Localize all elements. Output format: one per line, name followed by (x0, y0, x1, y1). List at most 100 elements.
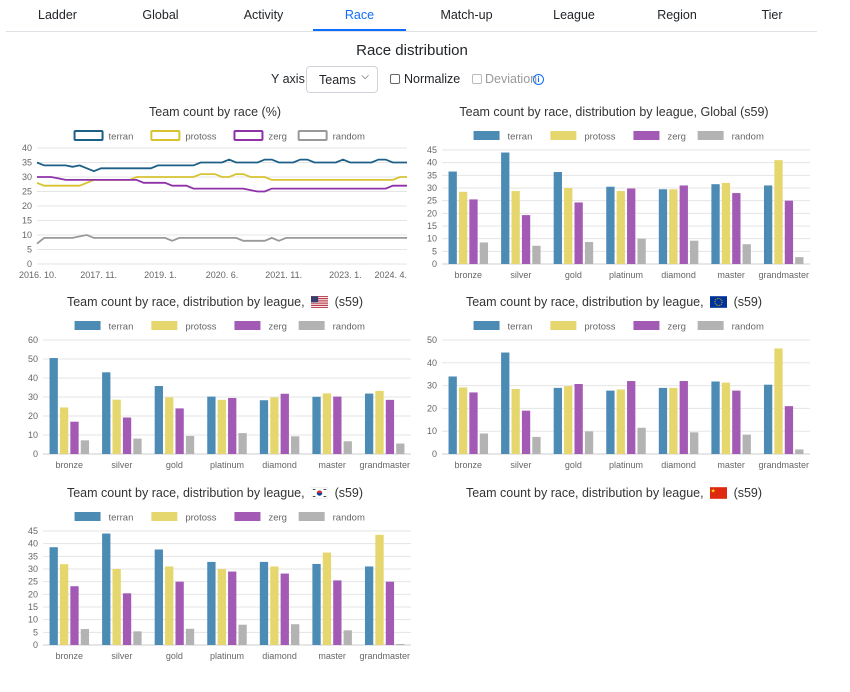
series-line-terran (36, 158, 407, 173)
legend-swatch (74, 321, 101, 330)
bar-terran-diamond (658, 189, 668, 264)
bar-protoss-gold (564, 386, 573, 454)
bar-zerg-platinum (228, 571, 237, 645)
tab-ladder[interactable]: Ladder (6, 0, 109, 31)
y-tick-label: 35 (22, 158, 32, 168)
bar-protoss-diamond (669, 189, 678, 264)
legend-swatch (234, 512, 261, 521)
deviation-checkbox[interactable] (472, 74, 482, 84)
legend-swatch (550, 321, 577, 330)
x-tick-label: platinum (609, 460, 643, 470)
bar-random-grandmaster (795, 449, 804, 454)
legend-label: random (333, 513, 365, 524)
y-tick-label: 0 (33, 449, 38, 459)
bar-terran-grandmaster (763, 185, 773, 264)
chart-timeline: Team count by race (%) terran protoss zerg… (15, 105, 415, 285)
x-tick-label: silver (510, 460, 531, 470)
bar-random-gold (185, 628, 195, 645)
deviation-label: Deviation (485, 72, 538, 86)
y-tick-label: 0 (33, 640, 38, 650)
page-title: Race distribution (356, 42, 468, 59)
x-tick-label: bronze (56, 651, 84, 661)
bar-protoss-diamond (270, 397, 279, 454)
x-tick-label: 2023. 1. (329, 270, 362, 280)
y-tick-label: 25 (427, 196, 437, 206)
legend-item-terran: terran (73, 130, 133, 143)
legend-item-protoss: protoss (151, 512, 217, 524)
bar-protoss-silver (511, 389, 520, 454)
bar-protoss-platinum (217, 569, 226, 645)
y-tick-label: 35 (427, 170, 437, 180)
bar-zerg-master (333, 396, 342, 454)
legend-item-terran: terran (473, 131, 533, 143)
legend-item-zerg: zerg (633, 131, 686, 143)
nav-tabs: Ladder Global Activity Race Match-up Lea… (6, 0, 817, 32)
legend-item-random: random (298, 321, 365, 333)
legend-item-random: random (697, 321, 764, 333)
x-tick-label: master (717, 460, 745, 470)
y-tick-label: 10 (427, 426, 437, 436)
y-tick-label: 30 (22, 172, 32, 182)
bar-protoss-silver (112, 399, 121, 454)
legend-label: zerg (667, 322, 685, 333)
bar-random-silver (133, 631, 142, 645)
bar-terran-platinum (207, 396, 216, 454)
legend-label: random (333, 322, 365, 333)
x-tick-label: grandmaster (758, 460, 809, 470)
y-tick-label: 40 (28, 539, 38, 549)
tab-race[interactable]: Race (313, 0, 406, 31)
legend-swatch (697, 131, 724, 140)
y-tick-label: 15 (427, 221, 437, 231)
y-tick-label: 30 (427, 381, 437, 391)
bar-protoss-bronze (458, 191, 468, 264)
series-line-random (36, 234, 407, 245)
bar-random-grandmaster (396, 443, 405, 454)
chart-eu: Team count by race, distribution by leag… (414, 295, 814, 475)
y-axis-select[interactable]: Teams ⌵ (306, 66, 378, 93)
bar-random-platinum (637, 427, 646, 454)
y-tick-label: 60 (28, 335, 38, 345)
legend-item-protoss: protoss (151, 321, 217, 333)
info-icon[interactable]: i (533, 74, 544, 85)
bar-zerg-platinum (228, 397, 237, 454)
bar-protoss-silver (511, 191, 520, 264)
legend-label: terran (508, 132, 533, 143)
kr-plot: terran protoss zerg random 0 5 10 15 20 25 30 35 40 4… (28, 512, 411, 661)
bar-terran-grandmaster (763, 384, 773, 454)
tab-global[interactable]: Global (109, 0, 212, 31)
bar-protoss-bronze (59, 564, 69, 645)
bar-terran-bronze (448, 376, 457, 454)
y-tick-label: 0 (432, 449, 437, 459)
x-tick-label: platinum (609, 270, 643, 280)
bar-random-bronze (80, 629, 90, 645)
tab-tier[interactable]: Tier (727, 0, 817, 31)
legend-item-terran: terran (473, 321, 532, 333)
tab-region[interactable]: Region (627, 0, 727, 31)
bar-terran-master (312, 396, 321, 454)
x-tick-label: grandmaster (359, 651, 410, 661)
normalize-checkbox[interactable] (390, 74, 400, 84)
legend-label: protoss (185, 513, 216, 524)
chart-cn: Team count by race, distribution by leag… (414, 486, 814, 516)
legend-swatch (298, 512, 325, 521)
bar-protoss-diamond (669, 387, 678, 454)
legend-item-zerg: zerg (633, 321, 686, 333)
cn-flag-icon (710, 487, 728, 499)
legend-swatch (74, 512, 101, 521)
legend-item-terran: terran (74, 321, 133, 333)
x-tick-label: bronze (56, 460, 84, 470)
bar-random-master (343, 630, 352, 645)
bar-zerg-silver (122, 417, 132, 454)
legend-label: zerg (667, 132, 685, 143)
legend-label: zerg (268, 132, 286, 143)
bar-protoss-master (322, 393, 332, 454)
bar-zerg-diamond (280, 393, 289, 454)
tab-activity[interactable]: Activity (212, 0, 315, 31)
bar-terran-platinum (606, 186, 615, 264)
bar-random-bronze (80, 440, 90, 454)
bar-random-grandmaster (795, 257, 804, 264)
tab-match-up[interactable]: Match-up (412, 0, 521, 31)
bar-terran-master (711, 381, 720, 454)
bar-terran-diamond (658, 387, 668, 454)
tab-league[interactable]: League (521, 0, 627, 31)
